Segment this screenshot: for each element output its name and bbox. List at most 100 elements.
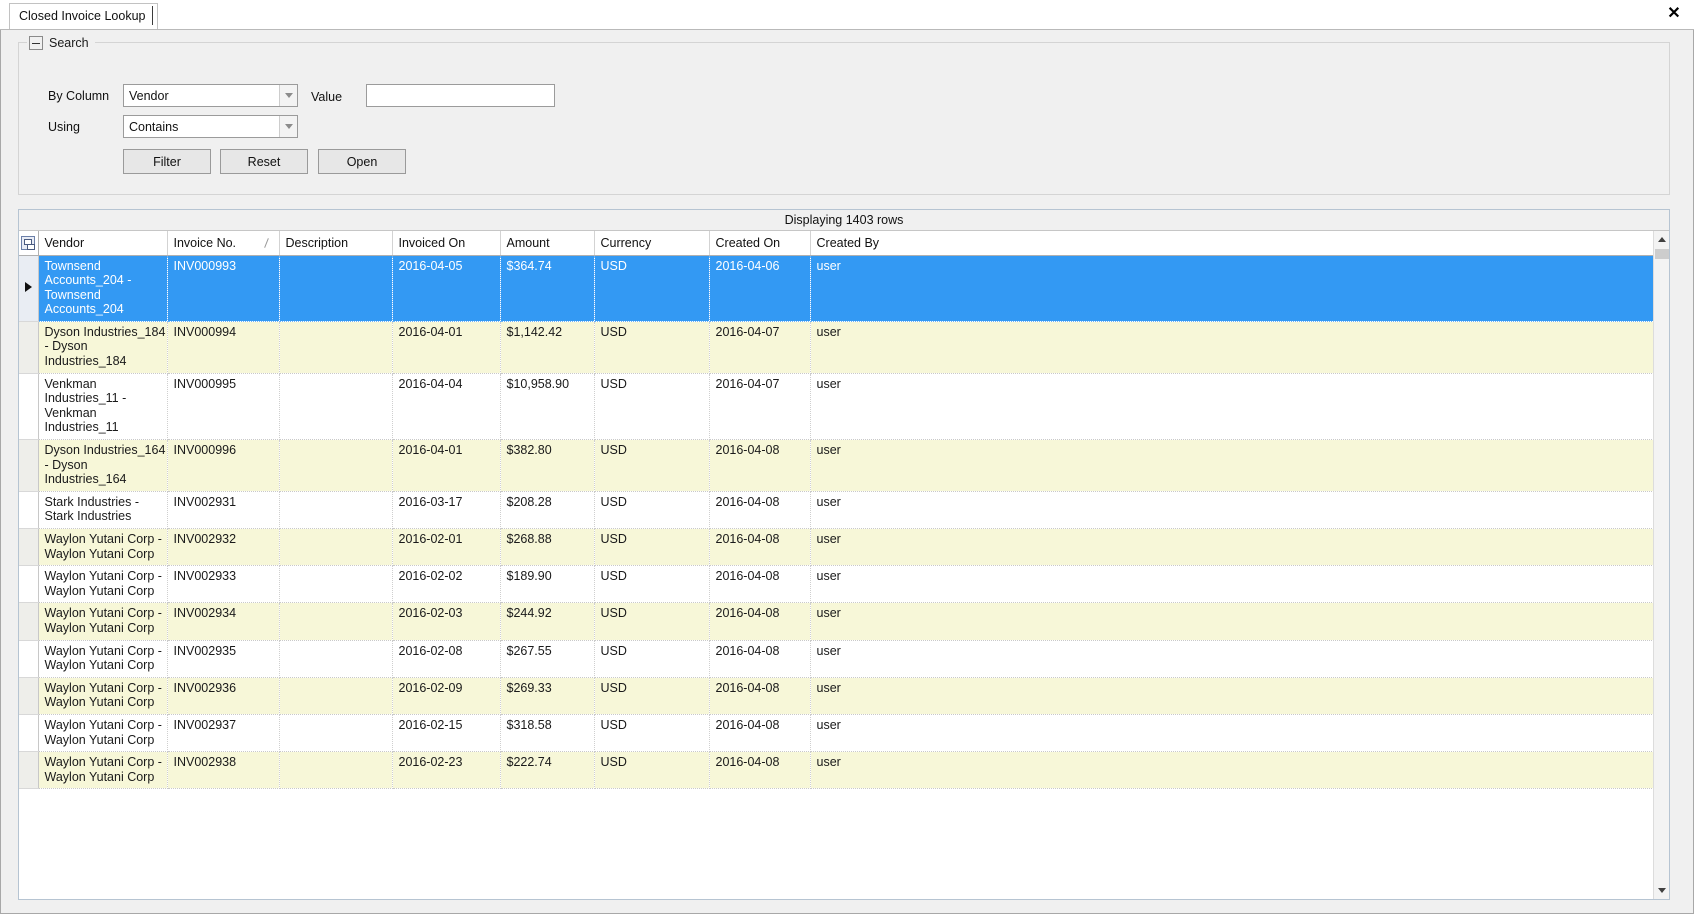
row-selector-cell[interactable] xyxy=(19,640,39,678)
cell-created_by: user xyxy=(810,751,1654,790)
cell-description xyxy=(279,565,393,604)
column-header-label: Invoiced On xyxy=(398,235,466,250)
cell-created_by: user xyxy=(810,321,1654,374)
cell-description xyxy=(279,714,393,753)
vertical-scrollbar[interactable] xyxy=(1653,231,1669,899)
tab-strip: Closed Invoice Lookup ✕ xyxy=(0,0,1694,30)
cell-created_on: 2016-04-08 xyxy=(709,528,811,567)
cell-currency: USD xyxy=(594,640,710,678)
close-icon[interactable]: ✕ xyxy=(1662,2,1686,26)
row-selector-cell[interactable] xyxy=(19,677,39,715)
cell-description xyxy=(279,255,393,322)
table-row[interactable]: Waylon Yutani Corp - Waylon Yutani Corp I… xyxy=(19,565,1654,604)
cell-invoice_no: INV002932 xyxy=(167,528,280,567)
cell-invoiced_on: 2016-02-15 xyxy=(392,714,501,753)
chevron-down-icon[interactable] xyxy=(279,85,297,106)
column-header-created-by[interactable]: Created By xyxy=(810,231,1654,256)
column-header-currency[interactable]: Currency xyxy=(594,231,710,256)
cell-vendor: Dyson Industries_164 - Dyson Industries_… xyxy=(38,439,168,492)
cell-created_by: user xyxy=(810,255,1654,322)
table-row[interactable]: Waylon Yutani Corp - Waylon Yutani Corp I… xyxy=(19,602,1654,641)
row-selector-cell[interactable] xyxy=(19,751,39,790)
grid-column-chooser[interactable] xyxy=(19,231,39,256)
table-row[interactable]: Stark Industries - Stark Industries INV00… xyxy=(19,491,1654,530)
cell-description xyxy=(279,321,393,374)
table-row[interactable]: Waylon Yutani Corp - Waylon Yutani Corp I… xyxy=(19,640,1654,678)
row-selector-cell[interactable] xyxy=(19,373,39,441)
scroll-down-button[interactable] xyxy=(1654,882,1670,899)
using-select[interactable]: Contains xyxy=(123,115,298,138)
cell-amount: $222.74 xyxy=(500,751,595,790)
cell-created_by: user xyxy=(810,528,1654,567)
cell-created_on: 2016-04-08 xyxy=(709,565,811,604)
cell-created_by: user xyxy=(810,602,1654,641)
column-header-label: Currency xyxy=(600,235,652,250)
table-row[interactable]: Waylon Yutani Corp - Waylon Yutani Corp I… xyxy=(19,751,1654,790)
by-column-select[interactable]: Vendor xyxy=(123,84,298,107)
cell-amount: $1,142.42 xyxy=(500,321,595,374)
cell-currency: USD xyxy=(594,373,710,441)
row-selector-cell[interactable] xyxy=(19,565,39,604)
scroll-up-button[interactable] xyxy=(1654,231,1670,248)
cell-currency: USD xyxy=(594,751,710,790)
cell-amount: $189.90 xyxy=(500,565,595,604)
grid-scroll-region: Vendor Invoice No. Description Invoiced … xyxy=(19,231,1669,899)
row-selector-cell[interactable] xyxy=(19,528,39,567)
table-row[interactable]: Waylon Yutani Corp - Waylon Yutani Corp I… xyxy=(19,528,1654,567)
open-button[interactable]: Open xyxy=(318,149,406,174)
column-chooser-icon xyxy=(21,236,36,251)
table-body: Townsend Accounts_204 - Townsend Account… xyxy=(19,255,1654,790)
cell-created_by: user xyxy=(810,714,1654,753)
table-row[interactable]: Venkman Industries_11 - Venkman Industri… xyxy=(19,373,1654,441)
row-selector-cell[interactable] xyxy=(19,714,39,753)
column-header-vendor[interactable]: Vendor xyxy=(38,231,168,256)
cell-created_by: user xyxy=(810,439,1654,492)
cell-description xyxy=(279,373,393,441)
column-header-created-on[interactable]: Created On xyxy=(709,231,811,256)
cell-currency: USD xyxy=(594,528,710,567)
cell-currency: USD xyxy=(594,714,710,753)
cell-invoiced_on: 2016-02-01 xyxy=(392,528,501,567)
row-selector-cell[interactable] xyxy=(19,255,39,322)
column-header-description[interactable]: Description xyxy=(279,231,393,256)
row-selector-cell[interactable] xyxy=(19,491,39,530)
column-header-amount[interactable]: Amount xyxy=(500,231,595,256)
cell-invoice_no: INV002938 xyxy=(167,751,280,790)
filter-button[interactable]: Filter xyxy=(123,149,211,174)
cell-invoiced_on: 2016-04-01 xyxy=(392,439,501,492)
value-input[interactable] xyxy=(366,84,555,107)
cell-description xyxy=(279,602,393,641)
row-selector-cell[interactable] xyxy=(19,602,39,641)
cell-created_on: 2016-04-07 xyxy=(709,373,811,441)
cell-amount: $208.28 xyxy=(500,491,595,530)
sort-ascending-icon xyxy=(262,238,270,247)
cell-invoice_no: INV002931 xyxy=(167,491,280,530)
cell-invoiced_on: 2016-03-17 xyxy=(392,491,501,530)
collapse-toggle-icon[interactable] xyxy=(29,36,43,50)
tab-closed-invoice-lookup[interactable]: Closed Invoice Lookup xyxy=(9,3,159,29)
cell-invoice_no: INV000994 xyxy=(167,321,280,374)
row-selector-cell[interactable] xyxy=(19,321,39,374)
cell-vendor: Waylon Yutani Corp - Waylon Yutani Corp xyxy=(38,677,168,715)
table-row[interactable]: Townsend Accounts_204 - Townsend Account… xyxy=(19,255,1654,322)
table-row[interactable]: Waylon Yutani Corp - Waylon Yutani Corp I… xyxy=(19,714,1654,753)
column-header-invoice-no[interactable]: Invoice No. xyxy=(167,231,280,256)
chevron-down-icon[interactable] xyxy=(279,116,297,137)
table-row[interactable]: Waylon Yutani Corp - Waylon Yutani Corp I… xyxy=(19,677,1654,715)
cell-invoice_no: INV002936 xyxy=(167,677,280,715)
cell-currency: USD xyxy=(594,439,710,492)
cell-amount: $267.55 xyxy=(500,640,595,678)
table-row[interactable]: Dyson Industries_164 - Dyson Industries_… xyxy=(19,439,1654,492)
cell-amount: $244.92 xyxy=(500,602,595,641)
search-panel-title: Search xyxy=(49,36,89,50)
cell-invoiced_on: 2016-02-09 xyxy=(392,677,501,715)
table-header-row: Vendor Invoice No. Description Invoiced … xyxy=(19,231,1654,256)
reset-button[interactable]: Reset xyxy=(220,149,308,174)
row-selector-cell[interactable] xyxy=(19,439,39,492)
table-row[interactable]: Dyson Industries_184 - Dyson Industries_… xyxy=(19,321,1654,374)
cell-created_by: user xyxy=(810,565,1654,604)
cell-created_on: 2016-04-08 xyxy=(709,751,811,790)
column-header-invoiced-on[interactable]: Invoiced On xyxy=(392,231,501,256)
cell-invoiced_on: 2016-02-02 xyxy=(392,565,501,604)
scrollbar-thumb[interactable] xyxy=(1655,249,1669,259)
